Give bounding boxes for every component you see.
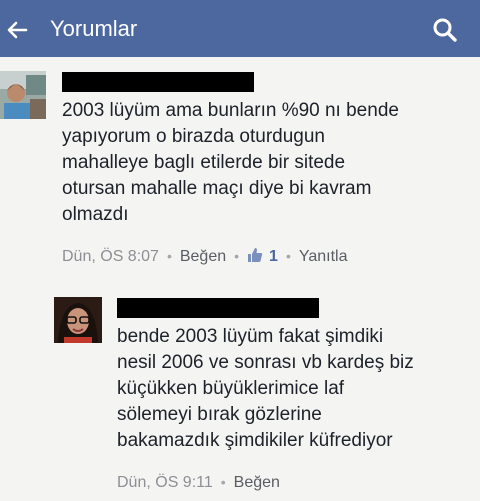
comment-meta: Dün, ÖS 8:07 • Beğen • 1 • Yanıtla bbox=[62, 246, 347, 267]
avatar[interactable] bbox=[0, 71, 46, 119]
comment-line: otursan mahalle maçı diye bi kavram bbox=[62, 178, 372, 199]
search-icon[interactable] bbox=[432, 17, 458, 43]
separator-dot: • bbox=[285, 248, 291, 264]
comment-line: yapıyorum o birazda oturdugun bbox=[62, 126, 325, 147]
arrow-left-icon[interactable] bbox=[6, 19, 28, 41]
like-button[interactable]: Beğen bbox=[234, 474, 280, 491]
author-name-redacted bbox=[117, 298, 319, 318]
comment-line: sölemeyi bırak gözlerine bbox=[117, 404, 322, 425]
avatar[interactable] bbox=[54, 297, 102, 343]
reply-button[interactable]: Yanıtla bbox=[299, 248, 348, 265]
separator-dot: • bbox=[166, 248, 172, 264]
comment-line: 2003 lüyüm ama bunların %90 nı bende bbox=[62, 100, 399, 121]
separator-dot: • bbox=[220, 474, 226, 490]
comment-line: bakamazdık şimdikiler küfrediyor bbox=[117, 430, 393, 451]
comment-line: küçükken büyüklerimice laf bbox=[117, 378, 345, 399]
page-title: Yorumlar bbox=[50, 16, 138, 41]
comment-line: bende 2003 lüyüm fakat şimdiki bbox=[117, 326, 384, 347]
app-header: Yorumlar bbox=[0, 0, 480, 57]
like-count[interactable]: 1 bbox=[269, 248, 278, 265]
separator-dot: • bbox=[234, 248, 240, 264]
author-name-redacted bbox=[62, 72, 254, 92]
reply-comment: bende 2003 lüyüm fakat şimdiki nesil 200… bbox=[0, 277, 480, 501]
comment-line: nesil 2006 ve sonrası vb kardeş biz bbox=[117, 352, 414, 373]
comment-line: olmazdı bbox=[62, 204, 129, 225]
like-button[interactable]: Beğen bbox=[180, 248, 226, 265]
comment: 2003 lüyüm ama bunların %90 nı bende yap… bbox=[0, 57, 480, 277]
timestamp: Dün, ÖS 9:11 bbox=[117, 474, 213, 491]
comment-line: mahalleye baglı etilerde bir sitede bbox=[62, 152, 346, 173]
comment-meta: Dün, ÖS 9:11 • Beğen bbox=[117, 472, 280, 493]
timestamp: Dün, ÖS 8:07 bbox=[62, 248, 159, 265]
thumbs-up-icon bbox=[248, 248, 263, 262]
